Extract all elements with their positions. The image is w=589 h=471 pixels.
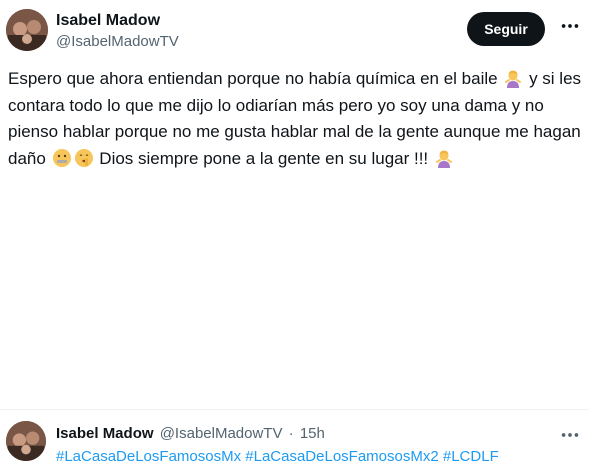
author-name[interactable]: Isabel Madow (56, 12, 160, 30)
hashtag-link[interactable]: #LaCasaDeLosFamososMx2 (245, 448, 438, 465)
reply-author-handle[interactable]: @IsabelMadowTV (160, 425, 283, 442)
follow-button[interactable]: Seguir (467, 12, 545, 46)
reply-separator: · (288, 425, 294, 442)
tweet-text-part-3: Dios siempre pone a la gente en su lugar… (99, 148, 429, 168)
author-handle[interactable]: @IsabelMadowTV (56, 33, 179, 50)
reply-header: Isabel Madow @IsabelMadowTV · 15h (56, 425, 325, 442)
hashtag-link[interactable]: #LaCasaDeLosFamososMx (56, 448, 241, 465)
reply-author-name[interactable]: Isabel Madow (56, 425, 154, 442)
woman-shrugging-emoji-icon (434, 148, 454, 168)
reply-hashtags: #LaCasaDeLosFamososMx #LaCasaDeLosFamoso… (56, 448, 499, 465)
shushing-face-emoji-icon (74, 148, 94, 168)
reply-timestamp[interactable]: 15h (300, 425, 325, 442)
reply-tweet[interactable]: Isabel Madow @IsabelMadowTV · 15h #LaCas… (0, 411, 589, 471)
reply-author-avatar[interactable] (6, 421, 46, 461)
tweet-main: Isabel Madow @IsabelMadowTV Seguir Esper… (0, 0, 589, 410)
author-avatar[interactable] (6, 9, 48, 51)
more-horizontal-icon[interactable] (556, 423, 584, 447)
tweet-text: Espero que ahora entiendan porque no hab… (8, 66, 583, 172)
zipper-mouth-face-emoji-icon (52, 148, 72, 168)
woman-shrugging-emoji-icon (503, 68, 523, 88)
hashtag-link[interactable]: #LCDLF (443, 448, 499, 465)
tweet-text-part-1: Espero que ahora entiendan porque no hab… (8, 69, 498, 88)
more-horizontal-icon[interactable] (556, 12, 584, 40)
